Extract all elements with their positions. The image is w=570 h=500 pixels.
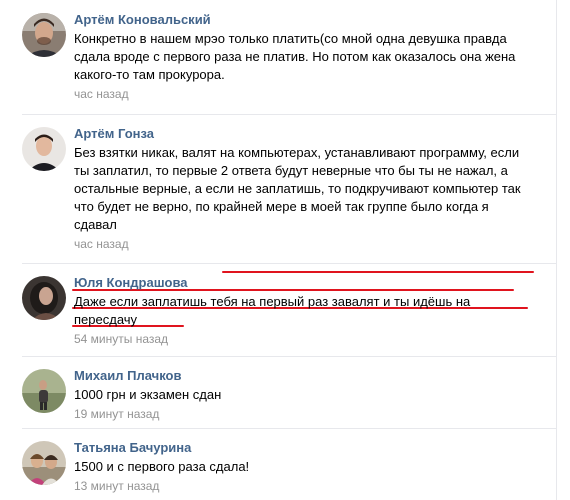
comments-feed: Артём Коновальский Конкретно в нашем мрэ… xyxy=(0,0,556,500)
comment-text-line: какого-то там прокурора. xyxy=(74,67,225,82)
comment-text: 1000 грн и экзамен сдан xyxy=(74,386,540,404)
comment-timestamp[interactable]: час назад xyxy=(74,237,540,252)
avatar[interactable] xyxy=(22,13,66,57)
comment-timestamp[interactable]: 19 минут назад xyxy=(74,407,540,422)
comment-text-line: Без взятки никак, валят на компьютерах, … xyxy=(74,145,520,160)
comment-item: Артём Коновальский Конкретно в нашем мрэ… xyxy=(0,0,556,114)
comment-text: Конкретно в нашем мрэо только платить(со… xyxy=(74,30,540,84)
comment-text-line: ты заплатил, то первые 2 ответа будут не… xyxy=(74,163,508,178)
comment-timestamp[interactable]: 54 минуты назад xyxy=(74,332,540,347)
comment-author[interactable]: Татьяна Бачурина xyxy=(74,440,540,456)
comment-author[interactable]: Артём Коновальский xyxy=(74,12,540,28)
comment-text-line: сдавал xyxy=(74,217,117,232)
avatar[interactable] xyxy=(22,127,66,171)
comment-text-line: сдала вроде с первого раза не платив. Но… xyxy=(74,49,516,64)
comment-item: Артём Гонза Без взятки никак, валят на к… xyxy=(0,114,556,327)
comment-item: Татьяна Бачурина 1500 и с первого раза с… xyxy=(0,428,556,500)
comment-author[interactable]: Артём Гонза xyxy=(74,126,540,142)
avatar[interactable] xyxy=(22,276,66,320)
comment-item: Михаил Плачков 1000 грн и экзамен сдан 1… xyxy=(0,356,556,428)
comment-text-line: 1000 грн и экзамен сдан xyxy=(74,387,222,402)
comment-text: Без взятки никак, валят на компьютерах, … xyxy=(74,144,540,234)
comment-timestamp[interactable]: час назад xyxy=(74,87,540,102)
comment-text: 1500 и с первого раза сдала! xyxy=(74,458,540,476)
comment-text-line: пересдачу xyxy=(74,312,138,327)
comment-author[interactable]: Юля Кондрашова xyxy=(74,275,540,291)
comment-text: Даже если заплатишь тебя на первый раз з… xyxy=(74,293,540,329)
comment-text-line: 1500 и с первого раза сдала! xyxy=(74,459,250,474)
comment-timestamp[interactable]: 13 минут назад xyxy=(74,479,540,494)
comment-text-line: что будет не верно, по крайней мере в мо… xyxy=(74,199,489,214)
feed-border xyxy=(556,0,557,500)
avatar[interactable] xyxy=(22,441,66,485)
comment-text-line: Даже если заплатишь тебя на первый раз з… xyxy=(74,294,471,309)
comment-text-line: остальные верные, а если не заплатишь, т… xyxy=(74,181,521,196)
avatar[interactable] xyxy=(22,369,66,413)
comment-author[interactable]: Михаил Плачков xyxy=(74,368,540,384)
comment-item: Юля Кондрашова Даже если заплатишь тебя … xyxy=(0,263,556,356)
comment-text-line: Конкретно в нашем мрэо только платить(со… xyxy=(74,31,507,46)
